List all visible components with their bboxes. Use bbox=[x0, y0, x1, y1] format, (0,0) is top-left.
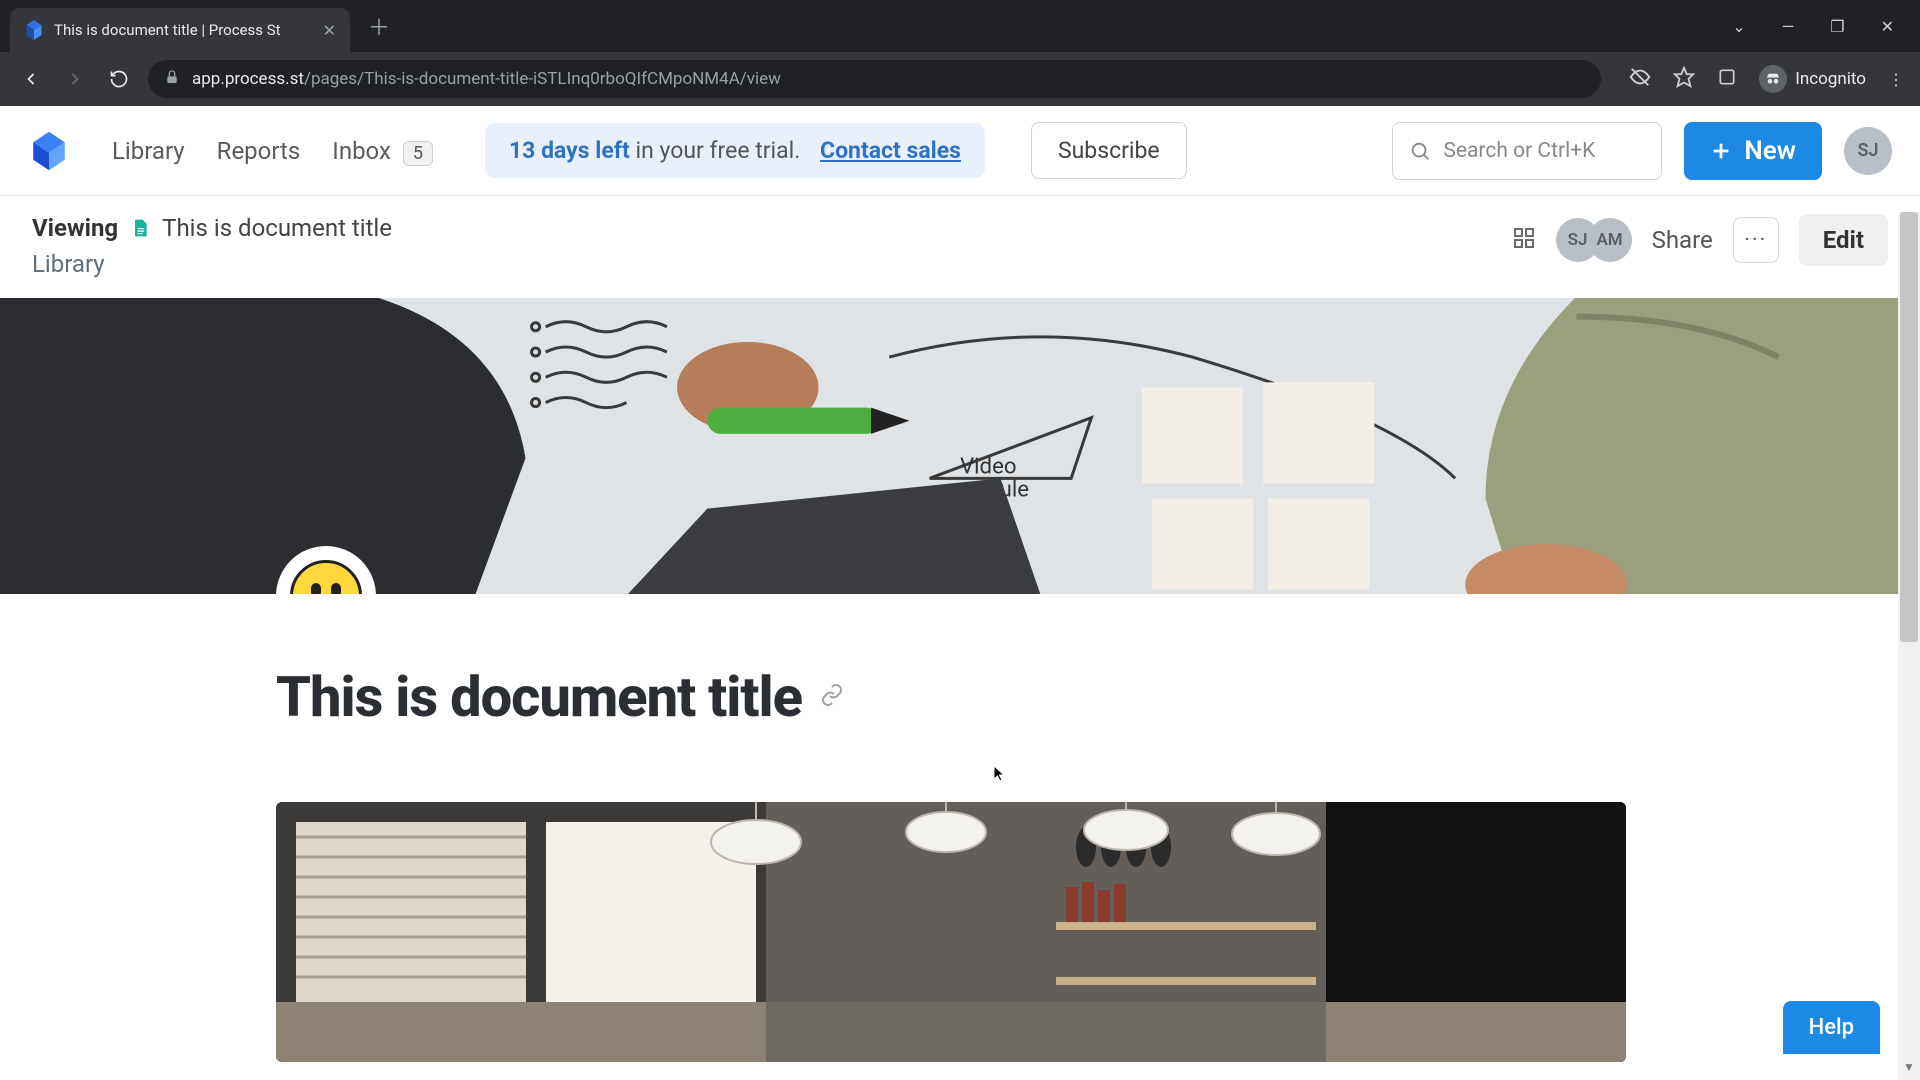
close-window-icon[interactable]: ✕ bbox=[1881, 17, 1894, 36]
bookmark-star-icon[interactable] bbox=[1673, 66, 1695, 92]
edit-button[interactable]: Edit bbox=[1799, 214, 1888, 266]
viewing-label: Viewing bbox=[32, 214, 118, 242]
collaborator-avatars[interactable]: SJ AM bbox=[1556, 218, 1632, 262]
maximize-icon[interactable]: ❐ bbox=[1830, 17, 1844, 36]
minimize-icon[interactable]: ― bbox=[1782, 17, 1795, 36]
incognito-icon[interactable] bbox=[1759, 65, 1787, 93]
app-top-bar: Library Reports Inbox 5 13 days left in … bbox=[0, 106, 1920, 196]
lock-icon bbox=[164, 69, 180, 89]
document-icon bbox=[130, 217, 150, 239]
new-tab-button[interactable]: ＋ bbox=[368, 10, 390, 42]
search-icon bbox=[1409, 140, 1431, 162]
close-tab-icon[interactable]: ✕ bbox=[323, 21, 336, 40]
search-placeholder: Search or Ctrl+K bbox=[1443, 139, 1595, 163]
tab-title: This is document title | Process St bbox=[54, 21, 313, 39]
avatar[interactable]: AM bbox=[1588, 218, 1632, 262]
relations-icon[interactable] bbox=[1512, 226, 1536, 254]
eye-off-icon[interactable] bbox=[1629, 66, 1651, 92]
page-sub-header: Viewing This is document title Library S… bbox=[0, 196, 1920, 298]
extensions-icon[interactable] bbox=[1717, 67, 1737, 91]
browser-tab[interactable]: This is document title | Process St ✕ bbox=[10, 8, 350, 52]
url-field[interactable]: app.process.st/pages/This-is-document-ti… bbox=[148, 60, 1601, 98]
nav-library[interactable]: Library bbox=[112, 137, 185, 165]
share-button[interactable]: Share bbox=[1652, 226, 1713, 254]
trial-banner: 13 days left in your free trial. Contact… bbox=[485, 123, 985, 178]
user-avatar[interactable]: SJ bbox=[1844, 127, 1892, 175]
browser-address-bar: app.process.st/pages/This-is-document-ti… bbox=[0, 52, 1920, 106]
content-image bbox=[276, 802, 1626, 1062]
cover-image: Video module bbox=[0, 298, 1920, 594]
breadcrumb-library[interactable]: Library bbox=[32, 250, 392, 278]
url-text: app.process.st/pages/This-is-document-ti… bbox=[192, 69, 781, 89]
back-icon[interactable] bbox=[16, 64, 46, 94]
new-button[interactable]: New bbox=[1684, 122, 1822, 180]
window-controls: ⌄ ― ❐ ✕ bbox=[1732, 17, 1920, 52]
forward-icon[interactable] bbox=[60, 64, 90, 94]
inbox-count-badge: 5 bbox=[403, 141, 433, 166]
process-st-logo-icon[interactable] bbox=[28, 130, 70, 172]
browser-tab-strip: This is document title | Process St ✕ ＋ … bbox=[0, 0, 1920, 52]
page-title: This is document title bbox=[276, 664, 802, 730]
breadcrumb-doc-title: This is document title bbox=[162, 214, 392, 242]
nav-reports[interactable]: Reports bbox=[217, 137, 301, 165]
nav-inbox[interactable]: Inbox 5 bbox=[332, 137, 433, 165]
plus-icon bbox=[1710, 140, 1732, 162]
svg-text:Video: Video bbox=[960, 453, 1017, 479]
subscribe-button[interactable]: Subscribe bbox=[1031, 122, 1187, 179]
help-button[interactable]: Help bbox=[1783, 1001, 1880, 1054]
process-st-favicon-icon bbox=[24, 20, 44, 40]
reload-icon[interactable] bbox=[104, 64, 134, 94]
tab-search-icon[interactable]: ⌄ bbox=[1732, 17, 1745, 36]
kebab-menu-icon[interactable]: ⋮ bbox=[1888, 70, 1904, 89]
search-input[interactable]: Search or Ctrl+K bbox=[1392, 122, 1662, 180]
scroll-down-icon[interactable]: ▼ bbox=[1898, 1056, 1920, 1078]
incognito-label: Incognito bbox=[1795, 69, 1866, 89]
mouse-cursor-icon bbox=[994, 766, 1006, 782]
more-menu-button[interactable]: ··· bbox=[1733, 217, 1779, 263]
copy-link-icon[interactable] bbox=[820, 683, 844, 711]
contact-sales-link[interactable]: Contact sales bbox=[820, 137, 961, 164]
scrollbar-thumb[interactable] bbox=[1900, 212, 1918, 642]
